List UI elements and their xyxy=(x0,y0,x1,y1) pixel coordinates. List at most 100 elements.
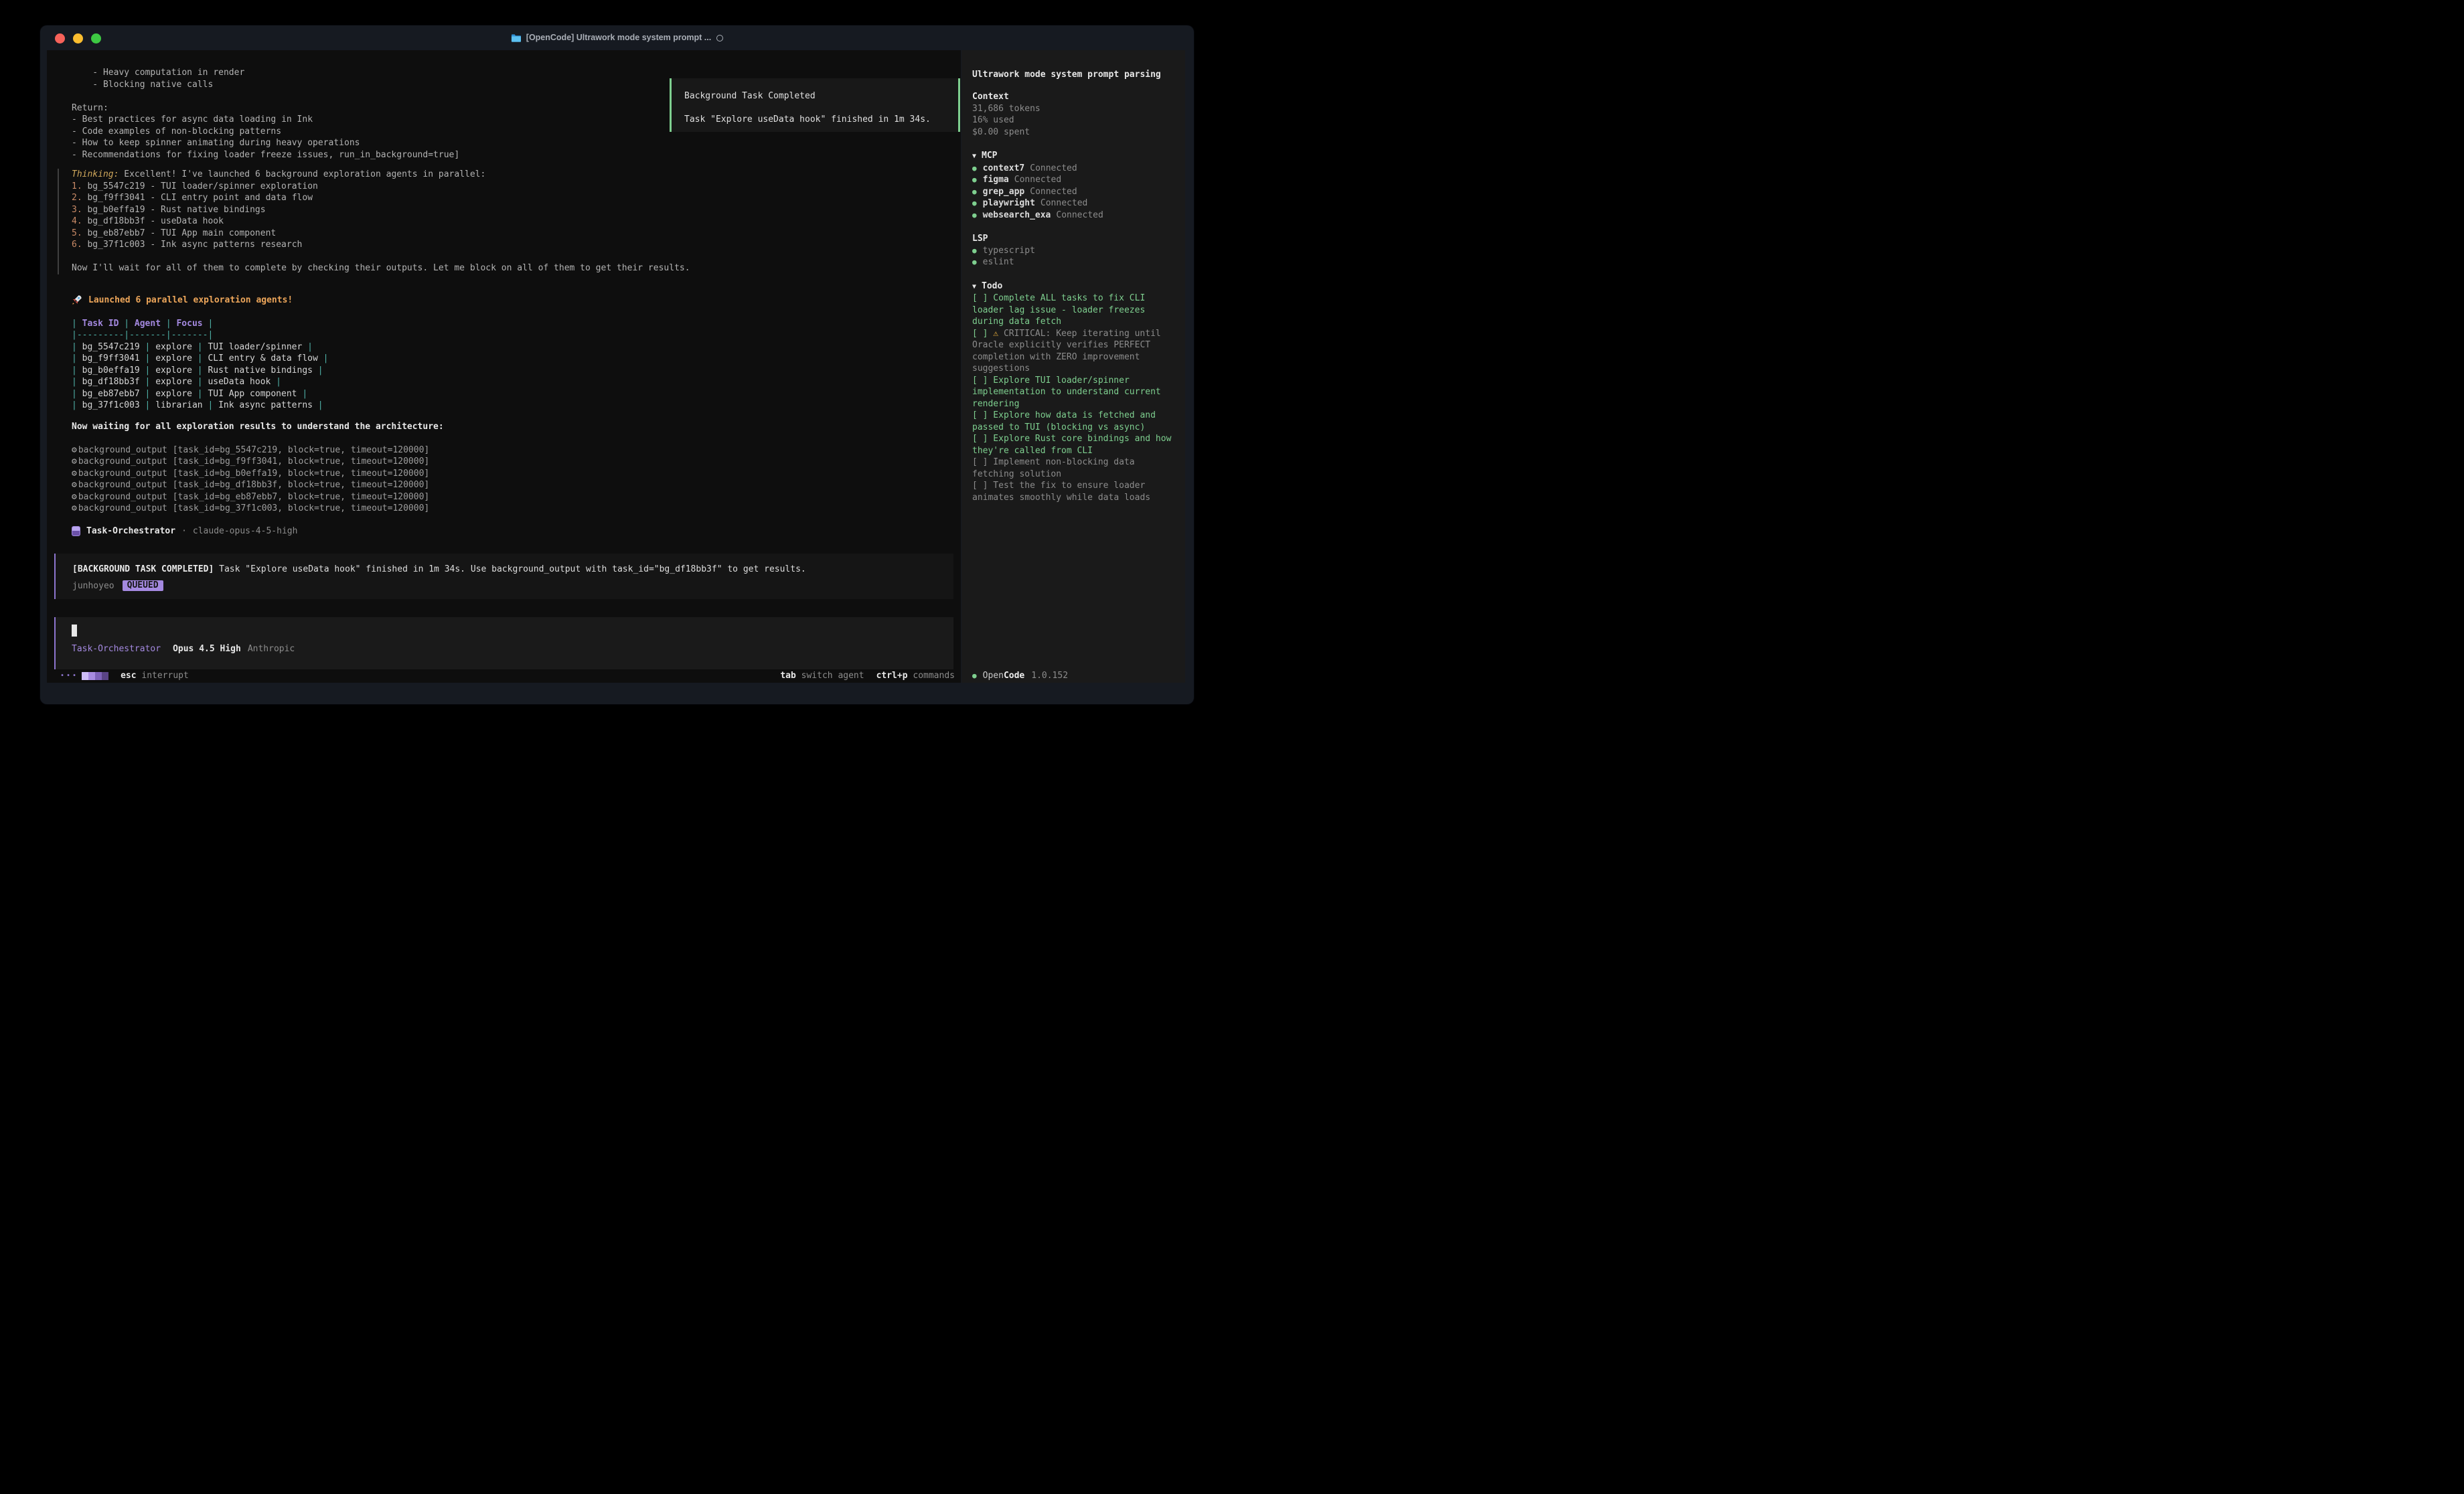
app-version-footer: ● OpenCode 1.0.152 xyxy=(972,670,1068,682)
ctrlp-label: commands xyxy=(913,671,955,681)
cell-agent: librarian xyxy=(150,400,208,410)
agents-table: |Task ID|Agent|Focus| |---------|-------… xyxy=(72,318,941,412)
tool-name: background_output xyxy=(78,480,167,490)
todo-text: Complete ALL tasks to fix CLI loader lag… xyxy=(972,293,1145,327)
cell-focus: TUI App component xyxy=(203,389,303,399)
mcp-header[interactable]: ▼MCP xyxy=(972,150,1174,163)
mcp-status: Connected xyxy=(1030,163,1077,173)
table-separator: |---------|-------|-------| xyxy=(72,329,941,341)
cell-task-id: bg_b0effa19 xyxy=(77,365,145,376)
mcp-item: ●websearch_exaConnected xyxy=(972,210,1174,222)
tool-args: [task_id=bg_b0effa19, block=true, timeou… xyxy=(173,469,430,479)
folder-icon xyxy=(511,33,521,42)
lsp-header: LSP xyxy=(972,233,1174,245)
list-text: bg_f9ff3041 - CLI entry point and data f… xyxy=(87,193,313,203)
todo-list: [ ]⚠Complete ALL tasks to fix CLI loader… xyxy=(972,293,1174,503)
cell-agent: explore xyxy=(150,353,197,363)
tool-call-line: ⚙background_output [task_id=bg_df18bb3f,… xyxy=(72,479,941,491)
sidebar: Ultrawork mode system prompt parsing Con… xyxy=(961,50,1185,683)
todo-text: Explore Rust core bindings and how they'… xyxy=(972,434,1171,456)
tool-call-line: ⚙background_output [task_id=bg_5547c219,… xyxy=(72,444,941,456)
table-row: |bg_b0effa19|explore|Rust native binding… xyxy=(72,365,941,377)
list-number: 2. xyxy=(72,193,82,203)
todo-text: Explore how data is fetched and passed t… xyxy=(972,410,1156,432)
thinking-list-item: 4.bg_df18bb3f - useData hook xyxy=(72,216,941,228)
checkbox-icon: [ ] xyxy=(972,457,988,467)
cell-focus: useData hook xyxy=(203,377,277,387)
status-dot-icon: ● xyxy=(972,199,977,208)
esc-hint: esc interrupt xyxy=(121,670,189,682)
agent-name: Task-Orchestrator xyxy=(86,525,175,537)
tool-name: background_output xyxy=(78,503,167,513)
status-dot-icon: ● xyxy=(972,246,977,255)
todo-header[interactable]: ▼Todo xyxy=(972,280,1174,293)
prompt-input[interactable]: Task-Orchestrator Opus 4.5 High Anthropi… xyxy=(54,617,953,669)
todo-item: [ ]⚠Test the fix to ensure loader animat… xyxy=(972,480,1174,503)
queued-status-badge: QUEUED xyxy=(123,580,163,591)
minimize-button[interactable] xyxy=(73,33,83,44)
tool-call-line: ⚙background_output [task_id=bg_37f1c003,… xyxy=(72,503,941,515)
terminal-main-panel: - Heavy computation in render - Blocking… xyxy=(47,50,961,683)
gear-icon: ⚙ xyxy=(72,480,77,490)
thinking-block: Thinking: Excellent! I've launched 6 bac… xyxy=(58,169,941,274)
ctrlp-key: ctrl+p xyxy=(876,671,908,681)
checkbox-icon: [ ] xyxy=(972,376,988,386)
todo-header-label: Todo xyxy=(982,281,1002,291)
todo-item: [ ]⚠CRITICAL: Keep iterating until Oracl… xyxy=(972,328,1174,375)
tool-calls: ⚙background_output [task_id=bg_5547c219,… xyxy=(72,444,941,515)
queued-user: junhoyeo xyxy=(72,580,114,592)
input-provider-name: Anthropic xyxy=(248,643,295,655)
toast-message: Task "Explore useData hook" finished in … xyxy=(684,114,958,126)
desktop: { "window": { "title": "[OpenCode] Ultra… xyxy=(0,0,1232,747)
context-header: Context xyxy=(972,91,1174,103)
window-title: [OpenCode] Ultrawork mode system prompt … xyxy=(40,25,1194,50)
tool-call-line: ⚙background_output [task_id=bg_eb87ebb7,… xyxy=(72,491,941,503)
status-dot-icon: ● xyxy=(972,670,977,682)
cell-task-id: bg_eb87ebb7 xyxy=(77,389,145,399)
input-model-name[interactable]: Opus 4.5 High xyxy=(173,643,241,655)
terminal-window: [OpenCode] Ultrawork mode system prompt … xyxy=(40,25,1194,704)
cell-focus: TUI loader/spinner xyxy=(203,342,308,352)
output-line: - Heavy computation in render xyxy=(72,67,941,79)
thinking-list-item: 6. bg_37f1c003 - Ink async patterns resea… xyxy=(72,239,941,251)
esc-key: esc xyxy=(121,671,136,681)
esc-label: interrupt xyxy=(141,671,188,681)
mcp-name: figma xyxy=(983,175,1009,185)
waiting-line: Now waiting for all exploration results … xyxy=(72,421,941,433)
list-text: bg_eb87ebb7 - TUI App main component xyxy=(87,228,276,238)
tool-name: background_output xyxy=(78,456,167,467)
status-dot-icon: ● xyxy=(972,164,977,173)
mcp-item: ●context7Connected xyxy=(972,163,1174,175)
thinking-list-item: 5. bg_eb87ebb7 - TUI App main component xyxy=(72,228,941,240)
mcp-name: websearch_exa xyxy=(983,210,1051,220)
checkbox-icon: [ ] xyxy=(972,481,988,491)
mcp-name: grep_app xyxy=(983,187,1025,197)
thinking-list-item: 2. bg_f9ff3041 - CLI entry point and data… xyxy=(72,192,941,204)
queued-message-prefix: [BACKGROUND TASK COMPLETED] xyxy=(72,564,214,574)
ctrlp-hint: ctrl+p commands xyxy=(876,670,955,682)
tool-name: background_output xyxy=(78,469,167,479)
list-text: bg_37f1c003 - Ink async patterns researc… xyxy=(87,240,302,250)
input-agent-name[interactable]: Task-Orchestrator xyxy=(72,643,161,655)
close-button[interactable] xyxy=(55,33,65,44)
list-number: 5. xyxy=(72,228,82,238)
list-text: bg_df18bb3f - useData hook xyxy=(87,216,224,226)
list-number: 6. xyxy=(72,240,82,250)
output-line: - Recommendations for fixing loader free… xyxy=(72,149,941,161)
tab-hint: tab switch agent xyxy=(780,670,864,682)
gear-icon: ⚙ xyxy=(72,492,77,502)
thinking-intro: Excellent! I've launched 6 background ex… xyxy=(124,169,485,179)
status-dot-icon: ● xyxy=(972,211,977,220)
todo-text: CRITICAL: Keep iterating until Oracle ex… xyxy=(972,329,1161,374)
table-row: |bg_5547c219|explore|TUI loader/spinner| xyxy=(72,341,941,353)
cell-task-id: bg_df18bb3f xyxy=(77,377,145,387)
tool-args: [task_id=bg_37f1c003, block=true, timeou… xyxy=(173,503,430,513)
mcp-list: ●context7Connected●figmaConnected●grep_a… xyxy=(972,163,1174,222)
table-header-row: |Task ID|Agent|Focus| xyxy=(72,318,941,330)
tool-name: background_output xyxy=(78,445,167,455)
cell-task-id: bg_37f1c003 xyxy=(77,400,145,410)
brand-name-open: Open xyxy=(983,670,1004,682)
chevron-down-icon: ▼ xyxy=(972,153,976,160)
zoom-button[interactable] xyxy=(91,33,101,44)
checkbox-icon: [ ] xyxy=(972,410,988,420)
